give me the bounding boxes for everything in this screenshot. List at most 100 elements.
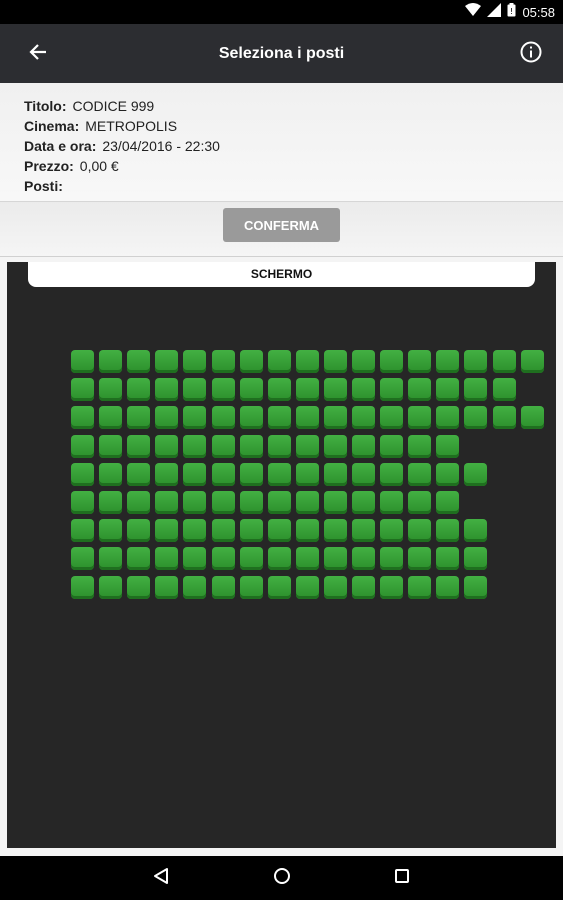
seat[interactable] xyxy=(99,491,122,514)
seat[interactable] xyxy=(99,378,122,401)
seat[interactable] xyxy=(183,406,206,429)
seat[interactable] xyxy=(296,378,319,401)
seat[interactable] xyxy=(324,491,347,514)
seat[interactable] xyxy=(352,378,375,401)
seat[interactable] xyxy=(155,406,178,429)
seat[interactable] xyxy=(296,491,319,514)
seat[interactable] xyxy=(464,350,487,373)
seat[interactable] xyxy=(212,406,235,429)
seat[interactable] xyxy=(436,576,459,599)
seat[interactable] xyxy=(380,350,403,373)
seat[interactable] xyxy=(352,491,375,514)
seat[interactable] xyxy=(408,406,431,429)
seat[interactable] xyxy=(268,547,291,570)
seat[interactable] xyxy=(268,576,291,599)
seat[interactable] xyxy=(240,491,263,514)
seat[interactable] xyxy=(212,547,235,570)
seat[interactable] xyxy=(71,519,94,542)
seat[interactable] xyxy=(436,378,459,401)
seat[interactable] xyxy=(99,576,122,599)
seat[interactable] xyxy=(521,406,544,429)
seat[interactable] xyxy=(436,547,459,570)
seat[interactable] xyxy=(296,547,319,570)
seat[interactable] xyxy=(183,378,206,401)
seat[interactable] xyxy=(436,519,459,542)
seat[interactable] xyxy=(155,576,178,599)
seat[interactable] xyxy=(127,378,150,401)
seat[interactable] xyxy=(268,463,291,486)
seat[interactable] xyxy=(127,547,150,570)
seat[interactable] xyxy=(464,519,487,542)
seat[interactable] xyxy=(155,491,178,514)
seat[interactable] xyxy=(212,519,235,542)
info-button[interactable] xyxy=(513,36,549,72)
seat[interactable] xyxy=(324,576,347,599)
seat[interactable] xyxy=(352,406,375,429)
seat[interactable] xyxy=(212,350,235,373)
seat[interactable] xyxy=(183,435,206,458)
seat[interactable] xyxy=(464,547,487,570)
seat[interactable] xyxy=(436,406,459,429)
seat[interactable] xyxy=(436,350,459,373)
seat[interactable] xyxy=(464,406,487,429)
seat[interactable] xyxy=(493,378,516,401)
seat[interactable] xyxy=(324,463,347,486)
seat[interactable] xyxy=(240,519,263,542)
seat[interactable] xyxy=(380,378,403,401)
seat[interactable] xyxy=(240,435,263,458)
seat[interactable] xyxy=(240,576,263,599)
nav-recents-button[interactable] xyxy=(388,864,416,892)
seat[interactable] xyxy=(464,463,487,486)
seat[interactable] xyxy=(324,378,347,401)
seat[interactable] xyxy=(99,519,122,542)
seat[interactable] xyxy=(408,576,431,599)
seat[interactable] xyxy=(408,350,431,373)
seat[interactable] xyxy=(99,435,122,458)
seat[interactable] xyxy=(436,435,459,458)
seat[interactable] xyxy=(521,350,544,373)
seat[interactable] xyxy=(155,435,178,458)
seat[interactable] xyxy=(240,350,263,373)
seat[interactable] xyxy=(127,350,150,373)
seat[interactable] xyxy=(155,350,178,373)
seat[interactable] xyxy=(296,350,319,373)
seat[interactable] xyxy=(408,378,431,401)
seat[interactable] xyxy=(212,463,235,486)
seat[interactable] xyxy=(296,519,319,542)
seat[interactable] xyxy=(127,406,150,429)
seat[interactable] xyxy=(493,350,516,373)
seat[interactable] xyxy=(99,547,122,570)
seat[interactable] xyxy=(493,406,516,429)
seat[interactable] xyxy=(380,435,403,458)
seat[interactable] xyxy=(155,463,178,486)
seat[interactable] xyxy=(268,435,291,458)
seat[interactable] xyxy=(408,547,431,570)
seat[interactable] xyxy=(380,519,403,542)
seat[interactable] xyxy=(408,491,431,514)
seat[interactable] xyxy=(71,435,94,458)
seat[interactable] xyxy=(127,463,150,486)
seat[interactable] xyxy=(212,576,235,599)
seat[interactable] xyxy=(464,576,487,599)
seat[interactable] xyxy=(155,519,178,542)
seat[interactable] xyxy=(212,435,235,458)
seat[interactable] xyxy=(99,406,122,429)
seat[interactable] xyxy=(268,406,291,429)
seat[interactable] xyxy=(127,519,150,542)
seat[interactable] xyxy=(296,463,319,486)
seat[interactable] xyxy=(99,350,122,373)
seat[interactable] xyxy=(436,463,459,486)
seat[interactable] xyxy=(183,350,206,373)
seat[interactable] xyxy=(240,463,263,486)
seat[interactable] xyxy=(380,576,403,599)
seat[interactable] xyxy=(324,547,347,570)
seat[interactable] xyxy=(408,519,431,542)
seat[interactable] xyxy=(352,463,375,486)
confirm-button[interactable]: CONFERMA xyxy=(223,208,340,242)
seat[interactable] xyxy=(183,463,206,486)
seat[interactable] xyxy=(127,576,150,599)
seat[interactable] xyxy=(268,519,291,542)
seat[interactable] xyxy=(324,519,347,542)
seat[interactable] xyxy=(296,406,319,429)
seat[interactable] xyxy=(240,547,263,570)
